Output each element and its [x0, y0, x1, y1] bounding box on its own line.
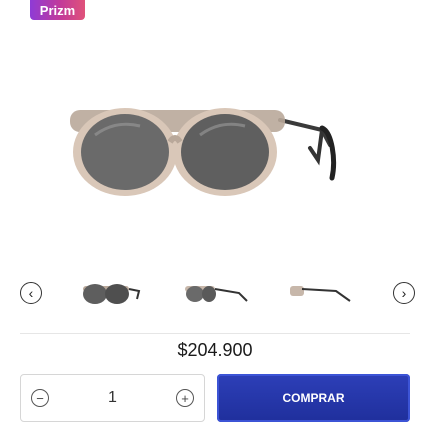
carousel-prev-icon[interactable]: ‹ [20, 282, 42, 304]
prizm-badge: Prizm [30, 0, 85, 20]
buy-button[interactable]: COMPRAR [217, 374, 410, 422]
minus-circle-icon[interactable]: − [31, 389, 49, 407]
product-image [70, 108, 337, 196]
divider [20, 333, 410, 334]
thumbnail-three-quarter[interactable] [183, 273, 253, 313]
carousel-next-icon[interactable]: › [393, 282, 415, 304]
prizm-badge-label: Prizm [39, 2, 76, 18]
thumbnail-front[interactable] [77, 273, 147, 313]
sunglasses-angle-icon [184, 286, 248, 302]
sunglasses-front-icon [83, 284, 141, 304]
quantity-stepper: − 1 + [20, 374, 205, 422]
product-price: $204.900 [177, 340, 253, 360]
sunglasses-side-icon [289, 286, 351, 302]
thumbnail-carousel: ‹ › [20, 268, 415, 318]
quantity-value: 1 [108, 389, 117, 406]
plus-circle-icon[interactable]: + [176, 389, 194, 407]
thumbnail-side[interactable] [288, 273, 358, 313]
